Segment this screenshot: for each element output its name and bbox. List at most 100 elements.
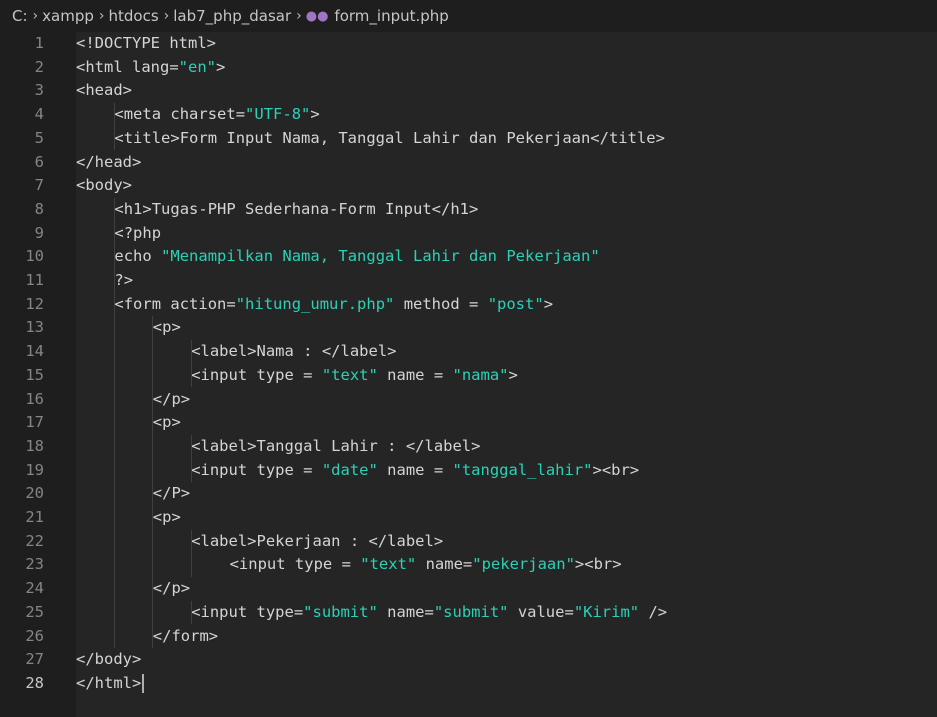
code-line[interactable]: <p> [153,316,181,340]
code-token: echo [114,247,162,266]
line-number: 25 [25,602,44,621]
code-line[interactable]: ?> [114,269,133,293]
code-token: </head> [76,152,142,171]
code-token: > [543,294,554,313]
code-line[interactable]: </P> [153,482,190,506]
code-token: </p> [152,579,191,598]
code-token: <input type = [229,555,361,574]
code-token: <h1>Tugas-PHP Sederhana-Form Input</h1> [114,199,479,218]
code-token: <body> [76,176,132,195]
code-token: > [310,105,320,124]
code-token: <label>Tanggal Lahir : </label> [191,436,481,455]
code-line[interactable]: <label>Nama : </label> [191,340,396,364]
code-line[interactable]: <?php [114,222,161,246]
code-line[interactable]: <html lang="en"> [76,56,225,80]
code-line[interactable]: <h1>Tugas-PHP Sederhana-Form Input</h1> [114,198,478,222]
code-line[interactable]: <p> [153,411,181,435]
breadcrumb: C: › xampp › htdocs › lab7_php_dasar › ●… [0,0,937,32]
code-line[interactable]: <input type = "text" name = "nama"> [191,364,518,388]
string-token: "tanggal_lahir" [452,460,593,479]
string-token: "post" [487,294,544,313]
code-line[interactable]: <input type = "text" name="pekerjaan"><b… [230,553,622,577]
code-line[interactable]: <label>Tanggal Lahir : </label> [191,435,480,459]
line-number: 3 [34,81,44,100]
code-token: name = [377,460,453,479]
string-token: "submit" [433,602,509,621]
code-token: <p> [152,413,181,432]
line-number: 1 [34,34,44,52]
code-token: ?> [114,271,134,289]
breadcrumb-separator: › [163,8,170,24]
code-token: <html lang= [76,57,179,76]
string-token: "submit" [303,602,378,621]
line-number: 15 [25,365,44,384]
code-token: <head> [76,81,132,100]
code-token: <input type = [191,365,322,384]
line-number-gutter: 1 2 3 4 5 6 7 8 9 10 11 12 13 14 15 16 17 18 19 20 21 22 23 24 2… [0,32,76,717]
code-line[interactable]: </form> [153,625,218,649]
line-number: 28 [25,673,44,692]
code-line[interactable]: </html> [76,672,145,696]
line-number: 23 [25,555,44,574]
code-token: </P> [152,484,191,503]
breadcrumb-drive[interactable]: C: [12,7,28,25]
code-token: <meta charset= [114,105,246,124]
code-token: <input type = [191,460,322,479]
code-token: <label>Pekerjaan : </label> [191,531,444,550]
code-token: <label>Nama : </label> [191,342,397,361]
code-token: </body> [76,650,142,669]
code-line[interactable]: echo "Menampilkan Nama, Tanggal Lahir da… [114,245,599,269]
code-line[interactable]: </head> [76,151,141,175]
code-line[interactable]: </body> [76,648,141,672]
breadcrumb-file[interactable]: form_input.php [334,7,448,25]
code-line[interactable]: <title>Form Input Nama, Tanggal Lahir da… [114,127,665,151]
code-editor[interactable]: 1 2 3 4 5 6 7 8 9 10 11 12 13 14 15 16 17 18 19 20 21 22 23 24 2… [0,32,937,717]
code-token: name= [377,602,434,621]
breadcrumb-folder-htdocs[interactable]: htdocs [108,7,158,25]
code-line[interactable]: <body> [76,174,132,198]
code-line[interactable]: <label>Pekerjaan : </label> [191,530,443,554]
php-elephant-icon: ●● [305,8,329,24]
code-token: method = [394,294,488,313]
indent-guide [114,103,115,151]
line-number: 13 [25,318,44,337]
code-line[interactable]: <head> [76,79,132,103]
code-token: <title>Form Input Nama, Tanggal Lahir da… [114,128,665,147]
indent-guide [190,600,192,625]
line-number: 16 [25,389,44,408]
string-token: "pekerjaan" [472,555,575,574]
code-line[interactable]: <meta charset="UTF-8"> [114,103,319,127]
indent-guide [114,197,115,649]
code-token: > [215,57,226,76]
string-token: "nama" [452,365,509,384]
line-number: 19 [25,460,44,479]
code-token: name = [377,365,453,384]
indent-guide [190,340,192,388]
line-number: 24 [25,579,44,598]
breadcrumb-folder-xampp[interactable]: xampp [42,7,94,25]
indent-guide [152,316,154,649]
code-token: <input type= [191,602,304,621]
code-line[interactable]: <!DOCTYPE html> [76,32,216,56]
code-line[interactable]: <input type="submit" name="submit" value… [191,601,667,625]
line-number: 21 [25,508,44,526]
line-number: 5 [34,128,44,147]
code-line[interactable]: </p> [153,577,190,601]
code-line[interactable]: <input type = "date" name = "tanggal_lah… [191,459,639,483]
breadcrumb-separator: › [32,8,39,24]
line-number: 6 [34,152,44,171]
line-number: 20 [25,484,44,503]
code-token: <?php [114,223,162,242]
string-token: "text" [360,555,417,574]
code-content[interactable]: <!DOCTYPE html> <html lang="en"> <head> <me… [76,32,937,717]
code-line[interactable]: </p> [153,388,190,412]
line-number: 9 [34,223,44,242]
breadcrumb-folder-lab7[interactable]: lab7_php_dasar [173,7,291,25]
code-token: > [508,365,518,384]
code-token: ><br> [574,555,622,574]
code-line[interactable]: <form action="hitung_umur.php" method = … [114,293,553,317]
code-line[interactable]: <p> [153,506,181,530]
code-token: value= [508,602,574,621]
breadcrumb-separator: › [296,8,302,24]
string-token: "text" [321,365,378,384]
